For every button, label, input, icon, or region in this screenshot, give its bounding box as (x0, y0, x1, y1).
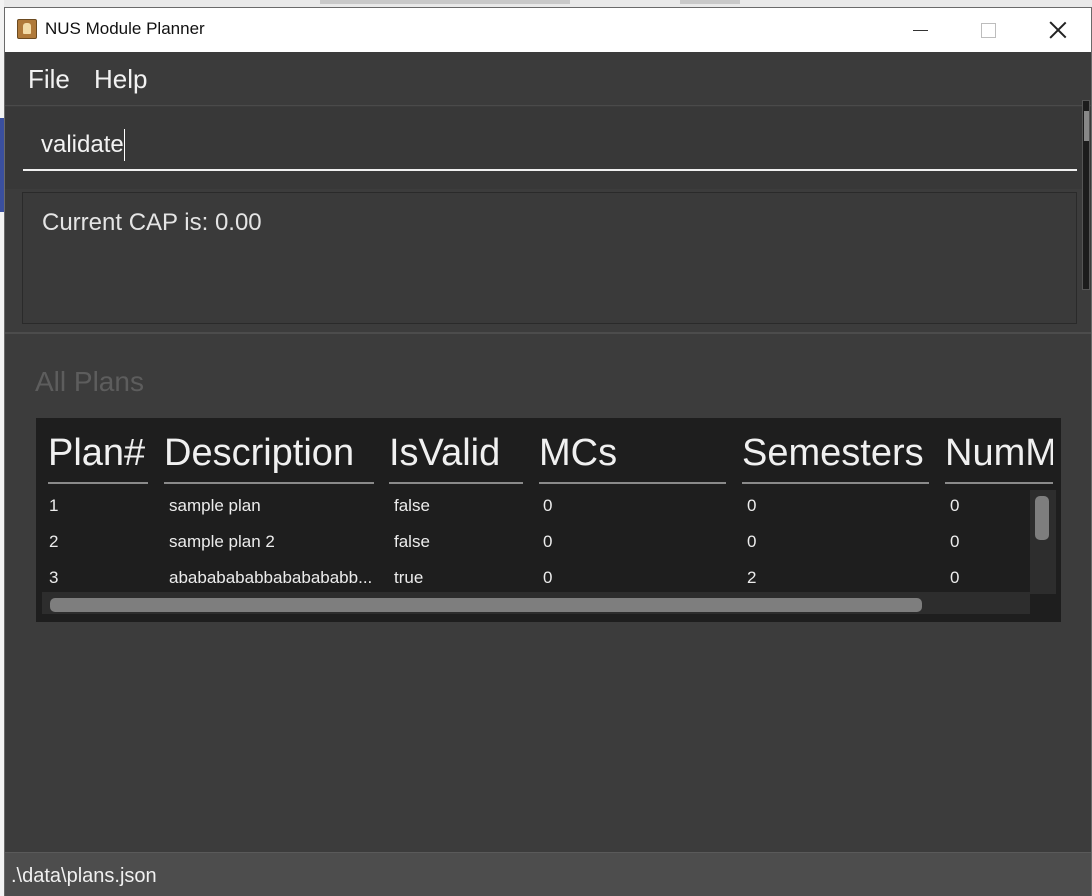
cell-isvalid: false (394, 496, 430, 515)
cell-plan-number: 3 (49, 568, 59, 587)
table-vertical-scrollbar[interactable] (1030, 490, 1056, 594)
plans-list-title: All Plans (35, 366, 144, 397)
status-bar: .\data\plans.json (5, 852, 1091, 896)
cell-semesters: 0 (747, 532, 757, 551)
close-icon (1049, 21, 1067, 39)
background-tab-edge (320, 0, 570, 4)
cell-mcs: 0 (543, 496, 553, 515)
column-header-nummods[interactable]: NumM (945, 432, 1053, 484)
plans-table: Plan# Description IsValid MCs Semesters … (36, 418, 1061, 622)
cell-plan-number: 2 (49, 532, 59, 551)
command-box (5, 107, 1091, 189)
cell-nummods: 0 (950, 568, 960, 587)
cell-plan-number: 1 (49, 496, 59, 515)
table-horizontal-scrollbar[interactable] (42, 592, 1030, 614)
close-button[interactable] (1023, 8, 1092, 52)
cell-description: abababababbababababb... (169, 568, 373, 587)
background-tab-edge (680, 0, 740, 4)
cell-semesters: 0 (747, 496, 757, 515)
table-row[interactable]: 2 sample plan 2 false 0 0 0 (36, 526, 1032, 562)
cell-isvalid: false (394, 532, 430, 551)
column-header-isvalid[interactable]: IsValid (389, 432, 523, 484)
minimize-icon (912, 29, 928, 31)
cell-nummods: 0 (950, 496, 960, 515)
cell-mcs: 0 (543, 532, 553, 551)
cell-isvalid: true (394, 568, 424, 587)
title-bar: NUS Module Planner (5, 8, 1091, 52)
column-header-plan-number[interactable]: Plan# (48, 432, 148, 484)
column-header-description[interactable]: Description (164, 432, 374, 484)
app-icon (17, 19, 37, 39)
maximize-button[interactable] (953, 8, 1023, 52)
cell-description: sample plan 2 (169, 532, 275, 551)
minimize-button[interactable] (885, 8, 955, 52)
status-file-path: .\data\plans.json (11, 865, 157, 887)
window-title: NUS Module Planner (45, 19, 205, 38)
section-divider (5, 332, 1091, 334)
table-row[interactable]: 1 sample plan false 0 0 0 (36, 490, 1032, 526)
column-header-semesters[interactable]: Semesters (742, 432, 929, 484)
text-cursor (124, 129, 125, 161)
cell-description: sample plan (169, 496, 261, 515)
column-header-mcs[interactable]: MCs (539, 432, 726, 484)
side-scrollbar[interactable] (1082, 100, 1090, 290)
menu-help[interactable]: Help (94, 64, 147, 95)
menu-file[interactable]: File (28, 64, 70, 95)
side-scrollbar-thumb[interactable] (1084, 111, 1089, 141)
desktop-background-strip (0, 0, 1092, 7)
maximize-icon (980, 22, 996, 38)
result-display: Current CAP is: 0.00 (22, 192, 1077, 324)
vertical-scrollbar-thumb[interactable] (1035, 496, 1049, 540)
app-window: NUS Module Planner File Help Current CAP… (4, 7, 1092, 896)
cell-mcs: 0 (543, 568, 553, 587)
command-input[interactable] (23, 121, 1077, 171)
cell-semesters: 2 (747, 568, 757, 587)
cell-nummods: 0 (950, 532, 960, 551)
result-text: Current CAP is: 0.00 (42, 209, 262, 236)
menu-bar: File Help (5, 52, 1091, 106)
horizontal-scrollbar-thumb[interactable] (50, 598, 922, 612)
